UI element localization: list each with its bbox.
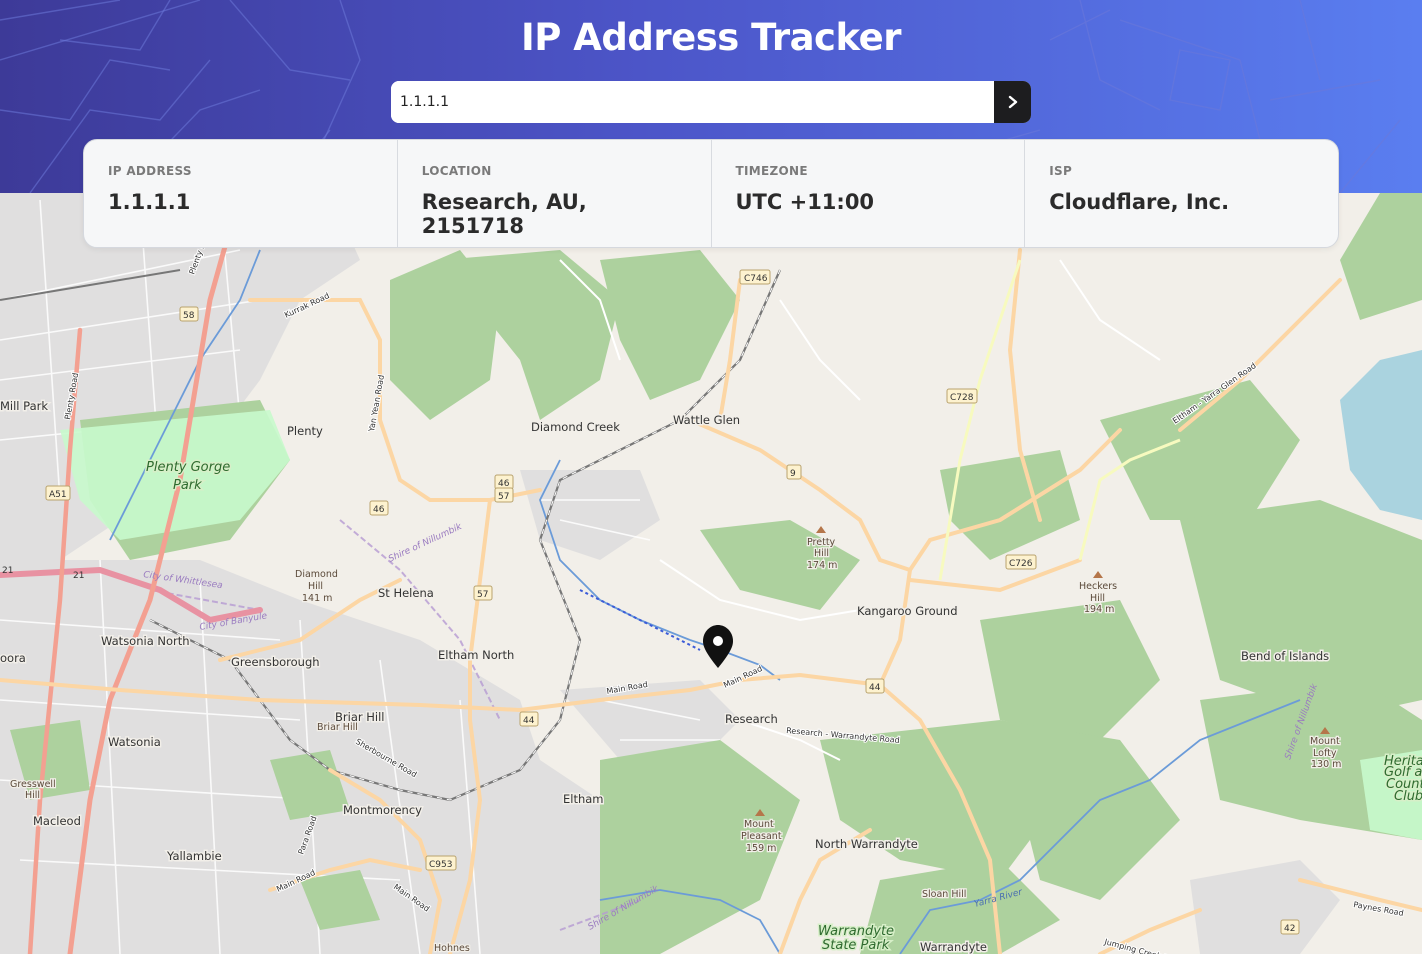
peak-label: Hill bbox=[1090, 593, 1105, 604]
road-shield: 44 bbox=[519, 711, 539, 727]
peak-label: Lofty bbox=[1313, 748, 1337, 759]
svg-text:21: 21 bbox=[73, 571, 84, 581]
place-label: Eltham North bbox=[438, 648, 514, 662]
place-label: Warrandyte bbox=[920, 940, 987, 954]
place-label: Research bbox=[725, 712, 778, 726]
park-label: State Park bbox=[822, 938, 890, 953]
place-label: Greensborough bbox=[231, 655, 320, 669]
svg-text:42: 42 bbox=[1284, 924, 1295, 934]
road-shield: 46 bbox=[494, 474, 514, 490]
misc-label: Hohnes bbox=[434, 943, 470, 954]
peak-label: Mount bbox=[744, 819, 774, 830]
road-shield: 46 bbox=[369, 500, 389, 516]
place-label: Montmorency bbox=[343, 803, 422, 817]
info-location: LOCATION Research, AU, 2151718 bbox=[398, 140, 712, 247]
peak-label: Sloan Hill bbox=[922, 889, 966, 900]
ip-search-input[interactable] bbox=[391, 81, 994, 123]
svg-text:C953: C953 bbox=[429, 860, 452, 870]
info-timezone: TIMEZONE UTC +11:00 bbox=[712, 140, 1026, 247]
peak-label: Pretty bbox=[807, 537, 836, 548]
place-label: Wattle Glen bbox=[673, 413, 740, 427]
peak-label: Hill bbox=[308, 581, 323, 592]
misc-label: Club bbox=[1394, 789, 1422, 804]
info-label: LOCATION bbox=[421, 164, 492, 178]
map-view[interactable]: Mill Park Plenty Diamond Creek Wattle Gl… bbox=[0, 193, 1422, 954]
peak-label: Heckers bbox=[1079, 581, 1117, 592]
road-shield: C746 bbox=[739, 269, 771, 285]
place-label: Bend of Islands bbox=[1241, 649, 1329, 663]
info-ip-address: IP ADDRESS 1.1.1.1 bbox=[84, 140, 398, 247]
place-label: Yallambie bbox=[166, 849, 222, 863]
svg-text:46: 46 bbox=[373, 505, 385, 515]
info-value: UTC +11:00 bbox=[735, 190, 875, 214]
place-label: oora bbox=[0, 651, 26, 665]
place-label: Watsonia bbox=[108, 735, 161, 749]
peak-label: 159 m bbox=[746, 843, 776, 854]
svg-text:9: 9 bbox=[790, 469, 796, 479]
map-canvas[interactable]: Mill Park Plenty Diamond Creek Wattle Gl… bbox=[0, 193, 1422, 954]
peak-label: Gresswell bbox=[10, 779, 56, 790]
info-value: Research, AU, 2151718 bbox=[421, 190, 587, 238]
search-bar bbox=[391, 81, 1031, 123]
peak-label: 141 m bbox=[302, 593, 332, 604]
road-shield: 21 bbox=[2, 566, 13, 576]
place-label: Kangaroo Ground bbox=[857, 604, 958, 618]
peak-label: Hill bbox=[814, 548, 829, 559]
svg-text:57: 57 bbox=[477, 590, 488, 600]
peak-label: Briar Hill bbox=[317, 722, 358, 733]
svg-text:A51: A51 bbox=[49, 490, 67, 500]
road-shield: C728 bbox=[946, 388, 978, 404]
place-label: Plenty bbox=[287, 424, 323, 438]
page-title: IP Address Tracker bbox=[521, 16, 901, 59]
svg-text:44: 44 bbox=[523, 716, 535, 726]
park-label: Plenty Gorge bbox=[146, 460, 230, 475]
peak-label: Mount bbox=[1310, 736, 1340, 747]
ip-info-card: IP ADDRESS 1.1.1.1 LOCATION Research, AU… bbox=[83, 139, 1339, 248]
road-shield: 57 bbox=[494, 487, 514, 503]
road-shield: C726 bbox=[1005, 554, 1037, 570]
svg-text:57: 57 bbox=[498, 492, 509, 502]
road-shield: 57 bbox=[473, 585, 493, 601]
peak-label: Pleasant bbox=[741, 831, 782, 842]
svg-text:21: 21 bbox=[2, 566, 13, 576]
place-label: St Helena bbox=[378, 586, 434, 600]
road-shield: 44 bbox=[865, 678, 885, 694]
place-label: Watsonia North bbox=[101, 634, 190, 648]
search-submit-button[interactable] bbox=[994, 81, 1031, 123]
road-shield: C953 bbox=[425, 855, 457, 871]
svg-text:C728: C728 bbox=[950, 393, 974, 403]
peak-label: 130 m bbox=[1311, 759, 1341, 770]
svg-text:58: 58 bbox=[183, 311, 195, 321]
peak-label: Hill bbox=[25, 790, 40, 801]
info-isp: ISP Cloudflare, Inc. bbox=[1025, 140, 1338, 247]
peak-label: 174 m bbox=[807, 560, 837, 571]
place-label: Eltham bbox=[563, 792, 604, 806]
place-label: Diamond Creek bbox=[531, 420, 620, 434]
place-label: Mill Park bbox=[0, 399, 48, 413]
park-label: Warrandyte bbox=[818, 924, 894, 939]
chevron-right-icon bbox=[1008, 95, 1017, 109]
place-label: North Warrandyte bbox=[815, 837, 918, 851]
svg-text:C726: C726 bbox=[1009, 559, 1033, 569]
place-label: Macleod bbox=[33, 814, 81, 828]
info-label: IP ADDRESS bbox=[108, 164, 192, 178]
info-value: Cloudflare, Inc. bbox=[1049, 190, 1230, 214]
park-label: Park bbox=[173, 478, 202, 493]
road-shield: 58 bbox=[179, 306, 199, 322]
svg-text:44: 44 bbox=[869, 683, 881, 693]
svg-text:C746: C746 bbox=[744, 274, 768, 284]
info-label: ISP bbox=[1049, 164, 1073, 178]
road-shield: 42 bbox=[1280, 919, 1300, 935]
peak-label: Diamond bbox=[295, 569, 338, 580]
road-shield: 9 bbox=[786, 464, 802, 480]
info-value: 1.1.1.1 bbox=[108, 190, 191, 214]
peak-label: 194 m bbox=[1084, 604, 1114, 615]
road-shield: 21 bbox=[73, 571, 84, 581]
road-shield: A51 bbox=[45, 485, 71, 501]
info-label: TIMEZONE bbox=[735, 164, 808, 178]
